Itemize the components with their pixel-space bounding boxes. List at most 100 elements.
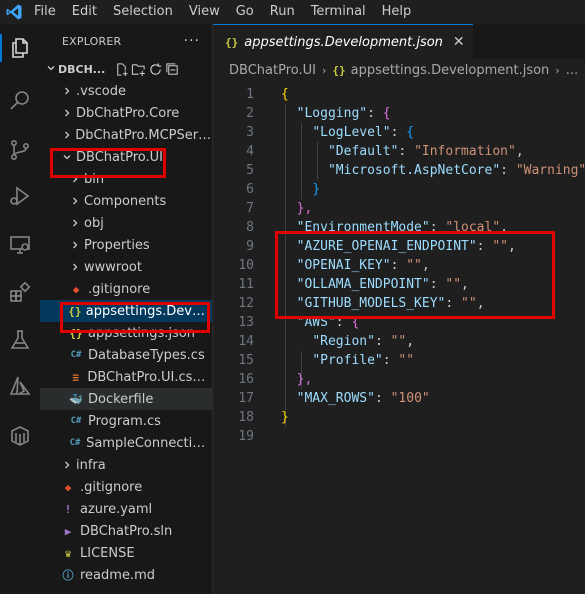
tree-folder[interactable]: .vscode [40,80,212,102]
breadcrumb-more[interactable]: ... [566,63,578,78]
breadcrumb-folder[interactable]: DBChatPro.UI [229,63,316,78]
tree-folder[interactable]: DbChatPro.Core [40,102,212,124]
tree-item-label: obj [84,215,104,231]
line-number: 14 [238,334,254,349]
csharp-file-icon: C# [70,350,82,360]
more-actions-button[interactable]: ··· [184,33,200,49]
containers-icon[interactable] [0,416,40,456]
json-value: "100" [390,391,430,406]
explorer-title: EXPLORER [62,34,122,48]
testing-icon[interactable] [0,320,40,360]
code-token: { [382,106,391,121]
chevron-down-icon[interactable] [60,152,74,162]
tree-file[interactable]: ⓘ readme.md [40,564,212,586]
remote-explorer-icon[interactable] [0,224,40,264]
tree-folder[interactable]: infra [40,454,212,476]
tree-file[interactable]: ≡ DBChatPro.UI.csproj [40,366,212,388]
menu-terminal[interactable]: Terminal [303,0,374,24]
activity-bar [0,24,40,594]
run-debug-icon[interactable] [0,176,40,216]
tree-folder[interactable]: obj [40,212,212,234]
json-key: "MAX_ROWS" [296,391,375,406]
tree-file[interactable]: ◆ .gitignore [40,476,212,498]
line-number: 8 [246,220,254,235]
menu-run[interactable]: Run [262,0,303,24]
project-row[interactable]: DBCH... [40,58,212,80]
tree-file[interactable]: C# SampleConnectionS... [40,432,212,454]
tree-file[interactable]: C# DatabaseTypes.cs [40,344,212,366]
new-file-icon[interactable] [113,61,130,77]
tab-bar: {} appsettings.Development.json ✕ [213,24,585,59]
breadcrumb-file[interactable]: appsettings.Development.json [351,63,550,78]
menu-file[interactable]: File [26,0,64,24]
breadcrumb: DBChatPro.UI › {} appsettings.Developmen… [213,59,585,81]
chevron-right-icon[interactable] [60,460,74,470]
chevron-right-icon[interactable] [60,86,74,96]
tree-folder[interactable]: bin [40,168,212,190]
tree-item-label: azure.yaml [80,501,153,517]
line-number: 9 [246,239,254,254]
chevron-right-icon[interactable] [68,218,82,228]
tree-file[interactable]: ▶ DBChatPro.sln [40,520,212,542]
code-line: 7 }, [213,199,585,218]
code-line: 12 "GITHUB_MODELS_KEY": "", [213,294,585,313]
breadcrumb-separator-icon: › [555,63,560,77]
code-token: : [500,163,516,178]
refresh-icon[interactable] [147,61,164,77]
close-icon[interactable]: ✕ [453,34,465,50]
chevron-right-icon[interactable] [60,108,74,118]
menu-view[interactable]: View [181,0,228,24]
code-token: , [476,296,485,311]
menu-bar: File Edit Selection View Go Run Terminal… [0,0,585,24]
tab-appsettings-development[interactable]: {} appsettings.Development.json ✕ [213,24,473,59]
extensions-icon[interactable] [0,272,40,312]
chevron-right-icon[interactable] [60,130,73,140]
tree-folder[interactable]: Components [40,190,212,212]
tree-folder[interactable]: DbChatPro.MCPServer [40,124,212,146]
tree-file[interactable]: C# Program.cs [40,410,212,432]
tree-file[interactable]: ♛ LICENSE [40,542,212,564]
tree-folder[interactable]: wwwroot [40,256,212,278]
tree-file[interactable]: ◆ .gitignore [40,278,212,300]
menu-help[interactable]: Help [374,0,420,24]
editor-area: {} appsettings.Development.json ✕ DBChat… [213,24,585,594]
tree-folder[interactable]: DBChatPro.UI [40,146,212,168]
line-number: 5 [246,163,254,178]
chevron-right-icon[interactable] [68,174,82,184]
chevron-right-icon[interactable] [68,262,82,272]
collapse-all-icon[interactable] [164,61,181,77]
json-value: "" [398,353,415,368]
json-key: "Logging" [296,106,368,121]
code-line: 3 "LogLevel": { [213,123,585,142]
tree-file[interactable]: {} appsettings.json [40,322,212,344]
json-key: "Microsoft.AspNetCore" [327,163,501,178]
code-token: : [374,334,391,349]
chevron-right-icon[interactable] [68,240,82,250]
json-file-icon: {} [69,326,83,340]
menu-edit[interactable]: Edit [64,0,105,24]
tree-item-label: Components [84,193,167,209]
explorer-icon[interactable] [0,28,40,68]
chevron-right-icon[interactable] [68,196,82,206]
line-number: 4 [246,144,254,159]
code-editor[interactable]: 1{ 2 "Logging": { 3 "LogLevel": { 4 "Def… [213,85,585,446]
yaml-file-icon: ! [64,502,72,516]
azure-icon[interactable] [0,366,40,406]
json-key: "AWS" [296,315,336,330]
search-icon[interactable] [0,81,40,121]
tree-file[interactable]: ! azure.yaml [40,498,212,520]
code-token: : [476,239,493,254]
tree-item-label: DbChatPro.MCPServer [75,127,213,143]
code-token: : [382,353,399,368]
new-folder-icon[interactable] [130,61,147,77]
menu-go[interactable]: Go [228,0,262,24]
line-number: 13 [238,315,254,330]
code-token: } [281,410,289,425]
chevron-down-icon[interactable] [44,63,58,76]
tree-file[interactable]: {}appsettings.Develop... [40,300,212,322]
tree-folder[interactable]: Properties [40,234,212,256]
menu-selection[interactable]: Selection [105,0,181,24]
source-control-icon[interactable] [0,130,40,170]
code-token: , [507,239,516,254]
tree-file[interactable]: 🐳 Dockerfile [40,388,212,410]
